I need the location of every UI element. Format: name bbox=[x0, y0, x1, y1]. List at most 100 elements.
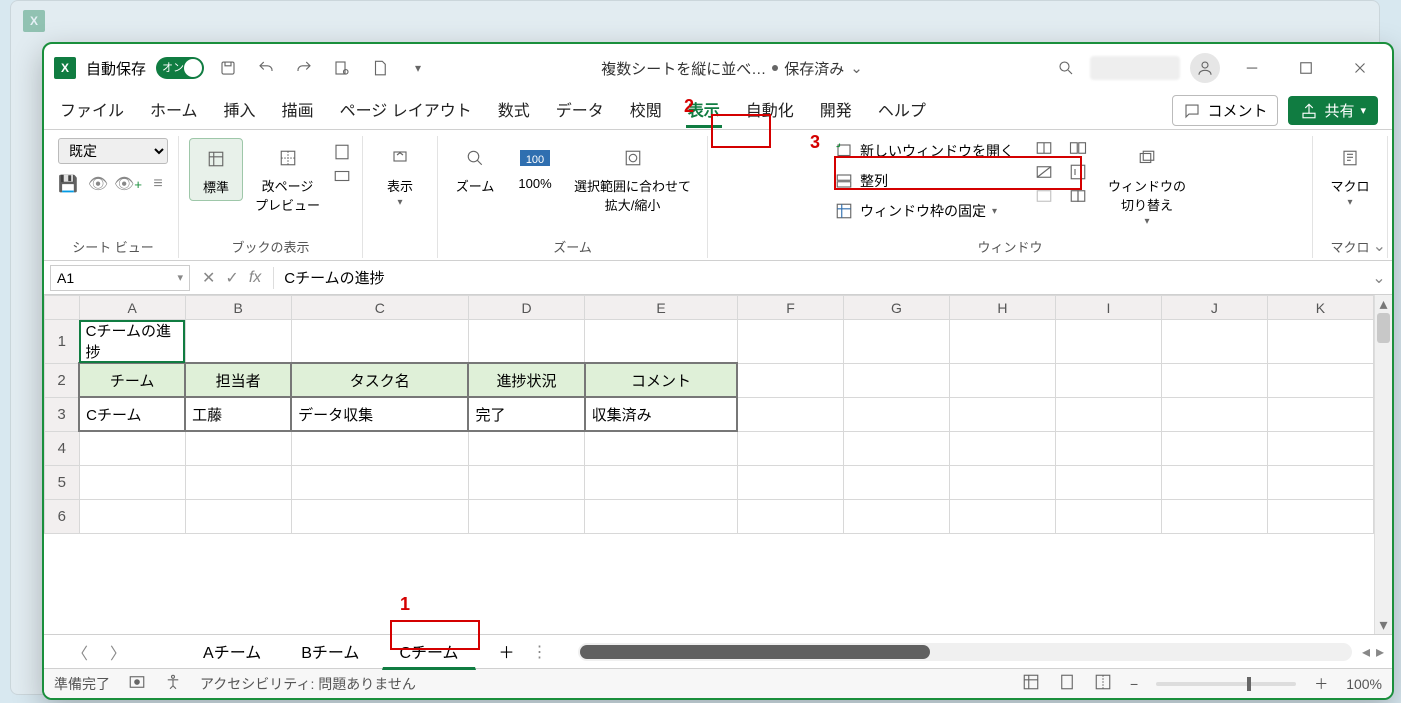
search-icon[interactable] bbox=[1052, 54, 1080, 82]
normal-view-button[interactable]: 標準 bbox=[189, 138, 243, 201]
cell[interactable] bbox=[1055, 320, 1161, 364]
cell[interactable] bbox=[1055, 431, 1161, 465]
prev-sheet-icon[interactable]: 〈 bbox=[72, 640, 88, 664]
autosave-toggle[interactable]: オン bbox=[156, 57, 204, 79]
cell[interactable] bbox=[185, 499, 291, 533]
expand-formula-icon[interactable]: ⌄ bbox=[1366, 268, 1392, 288]
cell[interactable] bbox=[1267, 320, 1373, 364]
zoom-to-selection-button[interactable]: 選択範囲に合わせて 拡大/縮小 bbox=[568, 138, 697, 218]
sidebyside-icon[interactable] bbox=[1068, 138, 1088, 158]
cell[interactable] bbox=[468, 499, 584, 533]
chevron-down-icon[interactable]: ⌄ bbox=[850, 59, 863, 77]
tab-developer[interactable]: 開発 bbox=[818, 93, 854, 128]
tab-home[interactable]: ホーム bbox=[148, 93, 200, 128]
cell[interactable] bbox=[1161, 397, 1267, 431]
cell[interactable] bbox=[585, 465, 738, 499]
zoom-out-button[interactable]: − bbox=[1130, 676, 1138, 692]
cell[interactable] bbox=[737, 320, 843, 364]
horizontal-scrollbar[interactable] bbox=[578, 643, 1352, 661]
cell[interactable] bbox=[1161, 431, 1267, 465]
cell[interactable] bbox=[1267, 499, 1373, 533]
accessibility-icon[interactable] bbox=[164, 673, 182, 694]
tab-formula[interactable]: 数式 bbox=[496, 93, 532, 128]
cell[interactable] bbox=[949, 397, 1055, 431]
share-button[interactable]: 共有▾ bbox=[1288, 96, 1378, 125]
cell[interactable] bbox=[1267, 363, 1373, 397]
cell[interactable] bbox=[737, 363, 843, 397]
undo-icon[interactable] bbox=[252, 54, 280, 82]
row-header[interactable]: 1 bbox=[45, 320, 80, 364]
record-macro-icon[interactable] bbox=[128, 673, 146, 694]
cell[interactable] bbox=[1267, 397, 1373, 431]
cell[interactable] bbox=[291, 431, 468, 465]
cell[interactable]: タスク名 bbox=[291, 363, 468, 397]
qat-icon-2[interactable] bbox=[366, 54, 394, 82]
cell[interactable] bbox=[585, 431, 738, 465]
enter-icon[interactable]: ✓ bbox=[225, 268, 238, 288]
zoom-button[interactable]: ズーム bbox=[448, 138, 502, 199]
cell[interactable] bbox=[79, 499, 185, 533]
scroll-up-icon[interactable]: ▴ bbox=[1375, 295, 1392, 313]
select-all-corner[interactable] bbox=[45, 296, 80, 320]
col-header[interactable]: F bbox=[737, 296, 843, 320]
cell[interactable] bbox=[843, 397, 949, 431]
freeze-panes-button[interactable]: ウィンドウ枠の固定 ▾ bbox=[828, 198, 1020, 224]
spreadsheet-grid[interactable]: A B C D E F G H I J K 1 Cチームの bbox=[44, 295, 1374, 534]
row-header[interactable]: 5 bbox=[45, 465, 80, 499]
cell[interactable] bbox=[185, 320, 291, 364]
col-header[interactable]: A bbox=[79, 296, 185, 320]
cell[interactable] bbox=[949, 465, 1055, 499]
tab-insert[interactable]: 挿入 bbox=[222, 93, 258, 128]
row-header[interactable]: 4 bbox=[45, 431, 80, 465]
cell[interactable] bbox=[843, 465, 949, 499]
fx-icon[interactable]: fx bbox=[249, 269, 261, 287]
zoom-in-button[interactable]: ＋ bbox=[1314, 674, 1328, 694]
cell[interactable] bbox=[1267, 465, 1373, 499]
accessibility-status[interactable]: アクセシビリティ: 問題ありません bbox=[200, 674, 416, 694]
cell[interactable] bbox=[468, 465, 584, 499]
tab-draw[interactable]: 描画 bbox=[280, 93, 316, 128]
qat-icon-1[interactable] bbox=[328, 54, 356, 82]
scrollbar-thumb[interactable] bbox=[580, 645, 930, 659]
cell[interactable] bbox=[1055, 465, 1161, 499]
qat-overflow-icon[interactable]: ▾ bbox=[404, 54, 432, 82]
cell[interactable] bbox=[737, 397, 843, 431]
switch-windows-button[interactable]: ウィンドウの 切り替え▾ bbox=[1102, 138, 1192, 231]
sheet-tab[interactable]: Aチーム bbox=[186, 634, 278, 670]
file-name[interactable]: 複数シートを縦に並べ… bbox=[601, 58, 766, 79]
cell[interactable] bbox=[291, 465, 468, 499]
cell[interactable] bbox=[79, 431, 185, 465]
cell[interactable]: 担当者 bbox=[185, 363, 291, 397]
view-pagelayout-icon[interactable] bbox=[1058, 673, 1076, 694]
cell[interactable] bbox=[585, 320, 738, 364]
cell[interactable] bbox=[1055, 363, 1161, 397]
view-pagebreak-icon[interactable] bbox=[1094, 673, 1112, 694]
cell[interactable] bbox=[737, 499, 843, 533]
col-header[interactable]: I bbox=[1055, 296, 1161, 320]
sheet-tab[interactable]: Bチーム bbox=[284, 634, 376, 670]
cell[interactable] bbox=[949, 363, 1055, 397]
view-normal-icon[interactable] bbox=[1022, 673, 1040, 694]
cell[interactable] bbox=[1161, 499, 1267, 533]
cell[interactable] bbox=[843, 363, 949, 397]
avatar-icon[interactable] bbox=[1190, 53, 1220, 83]
customview-icon[interactable] bbox=[332, 166, 352, 186]
keep-icon[interactable]: 💾 bbox=[58, 174, 78, 194]
name-box[interactable]: A1▾ bbox=[50, 265, 190, 291]
cell[interactable] bbox=[1055, 499, 1161, 533]
maximize-button[interactable] bbox=[1284, 53, 1328, 83]
options-icon[interactable]: ≡ bbox=[148, 174, 168, 194]
cell[interactable] bbox=[843, 320, 949, 364]
close-button[interactable] bbox=[1338, 53, 1382, 83]
cell[interactable] bbox=[949, 320, 1055, 364]
sheet-tab-options-icon[interactable]: ⋮ bbox=[532, 642, 548, 662]
cell[interactable] bbox=[949, 431, 1055, 465]
tab-data[interactable]: データ bbox=[554, 93, 606, 128]
new-sheet-button[interactable]: ＋ bbox=[482, 634, 532, 670]
cell[interactable] bbox=[585, 499, 738, 533]
col-header[interactable]: G bbox=[843, 296, 949, 320]
slider-handle[interactable] bbox=[1247, 677, 1251, 691]
row-header[interactable]: 6 bbox=[45, 499, 80, 533]
cell[interactable]: 進捗状況 bbox=[468, 363, 584, 397]
cell[interactable] bbox=[1161, 363, 1267, 397]
